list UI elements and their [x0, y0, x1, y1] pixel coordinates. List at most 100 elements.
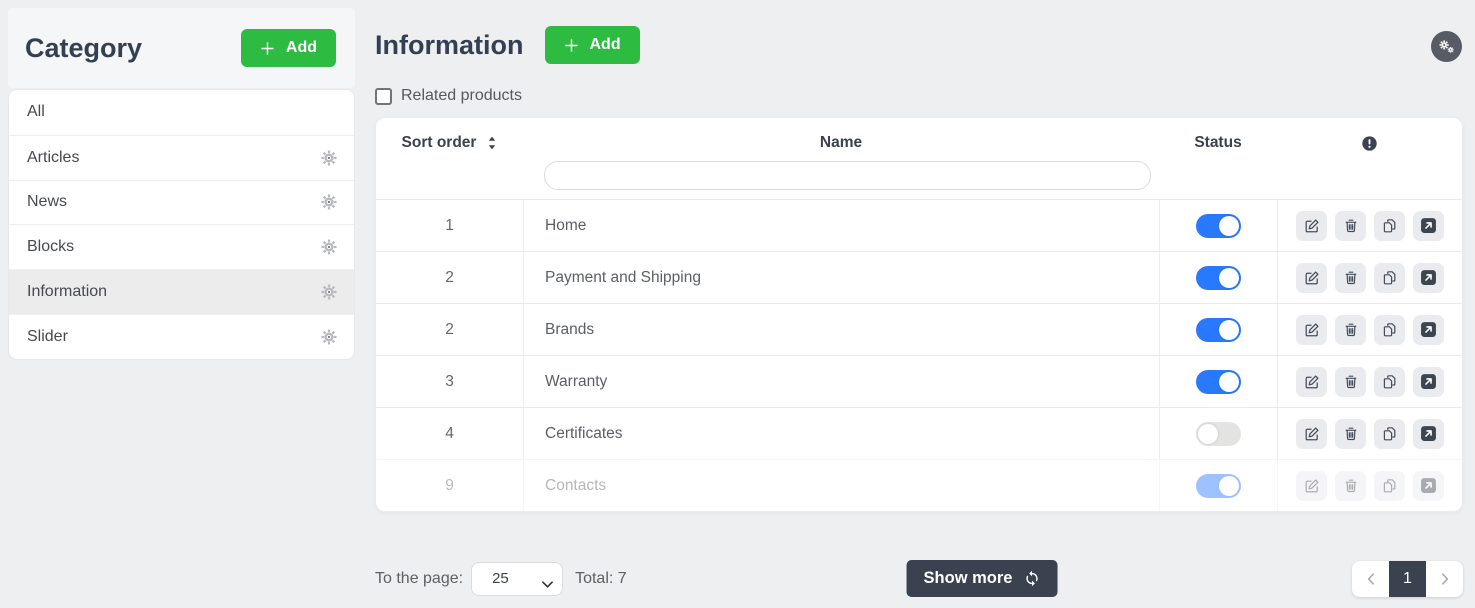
edit-button[interactable] — [1296, 263, 1327, 293]
status-toggle[interactable] — [1196, 214, 1241, 238]
table-row: 1 Home — [376, 199, 1462, 251]
name-cell: Brands — [523, 304, 1159, 355]
sort-order-header-label: Sort order — [402, 134, 477, 152]
open-arrow-icon — [1420, 217, 1437, 234]
open-arrow-icon — [1420, 269, 1437, 286]
gear-icon[interactable] — [320, 238, 338, 256]
edit-icon — [1304, 478, 1320, 494]
copy-button[interactable] — [1374, 263, 1405, 293]
open-button[interactable] — [1413, 419, 1444, 449]
add-button-label: Add — [286, 39, 317, 57]
trash-icon — [1343, 426, 1359, 442]
sort-order-cell: 9 — [376, 460, 523, 511]
toggle-knob — [1219, 476, 1239, 496]
page-title: Information — [375, 30, 524, 61]
delete-button[interactable] — [1335, 263, 1366, 293]
chevron-left-icon — [1367, 573, 1375, 585]
table-body: 1 Home — [376, 199, 1462, 511]
sidebar-item-articles[interactable]: Articles — [9, 135, 354, 180]
toggle-knob — [1219, 216, 1239, 236]
total-count: Total: 7 — [575, 570, 627, 588]
edit-button[interactable] — [1296, 471, 1327, 501]
toggle-knob — [1219, 320, 1239, 340]
chevron-right-icon — [1441, 573, 1449, 585]
status-toggle[interactable] — [1196, 318, 1241, 342]
edit-icon — [1304, 218, 1320, 234]
pagination-page-1[interactable]: 1 — [1389, 561, 1426, 597]
table-header: Sort order Name Status — [376, 118, 1462, 199]
pagination-prev-button[interactable] — [1352, 561, 1389, 597]
sidebar-item-label: All — [27, 103, 45, 121]
sort-order-cell: 3 — [376, 356, 523, 407]
related-products-checkbox[interactable] — [375, 88, 392, 105]
sidebar-title: Category — [25, 33, 142, 64]
open-button[interactable] — [1413, 471, 1444, 501]
category-add-button[interactable]: Add — [241, 29, 336, 67]
copy-icon — [1382, 270, 1398, 286]
status-toggle[interactable] — [1196, 474, 1241, 498]
column-header-status: Status — [1159, 131, 1277, 155]
open-button[interactable] — [1413, 315, 1444, 345]
name-header-label: Name — [820, 134, 862, 152]
status-toggle[interactable] — [1196, 266, 1241, 290]
status-toggle[interactable] — [1196, 422, 1241, 446]
column-header-name: Name — [523, 131, 1159, 155]
sidebar-item-label: Slider — [27, 328, 68, 346]
sidebar-list: All Articles — [8, 89, 355, 360]
gear-icon[interactable] — [320, 149, 338, 167]
column-header-actions — [1277, 131, 1462, 155]
copy-icon — [1382, 374, 1398, 390]
sidebar-item-news[interactable]: News — [9, 180, 354, 225]
sort-order-cell: 2 — [376, 304, 523, 355]
copy-button[interactable] — [1374, 315, 1405, 345]
sidebar-header: Category Add — [8, 8, 355, 88]
edit-button[interactable] — [1296, 367, 1327, 397]
copy-button[interactable] — [1374, 471, 1405, 501]
footer-bar: To the page: 25 Total: 7 Show more — [375, 560, 1463, 597]
open-arrow-icon — [1420, 321, 1437, 338]
name-filter-input[interactable] — [544, 161, 1151, 190]
copy-icon — [1382, 426, 1398, 442]
table-row: 2 Payment and Shipping — [376, 251, 1462, 303]
show-more-button[interactable]: Show more — [907, 560, 1058, 597]
edit-icon — [1304, 374, 1320, 390]
sidebar-item-slider[interactable]: Slider — [9, 314, 354, 359]
table-row: 9 Contacts — [376, 459, 1462, 511]
status-header-label: Status — [1194, 134, 1241, 152]
column-header-sort-order[interactable]: Sort order — [376, 131, 523, 155]
sidebar-item-information[interactable]: Information — [9, 269, 354, 314]
per-page-select[interactable]: 25 — [471, 562, 563, 596]
trash-icon — [1343, 218, 1359, 234]
delete-button[interactable] — [1335, 211, 1366, 241]
open-button[interactable] — [1413, 263, 1444, 293]
edit-button[interactable] — [1296, 211, 1327, 241]
edit-button[interactable] — [1296, 419, 1327, 449]
gear-icon[interactable] — [320, 283, 338, 301]
sidebar-item-blocks[interactable]: Blocks — [9, 224, 354, 269]
delete-button[interactable] — [1335, 419, 1366, 449]
copy-button[interactable] — [1374, 211, 1405, 241]
pagination-next-button[interactable] — [1426, 561, 1463, 597]
delete-button[interactable] — [1335, 315, 1366, 345]
table-row: 2 Brands — [376, 303, 1462, 355]
open-arrow-icon — [1420, 425, 1437, 442]
copy-button[interactable] — [1374, 419, 1405, 449]
gear-icon[interactable] — [320, 193, 338, 211]
copy-icon — [1382, 478, 1398, 494]
gear-icon[interactable] — [320, 328, 338, 346]
status-toggle[interactable] — [1196, 370, 1241, 394]
edit-icon — [1304, 270, 1320, 286]
copy-button[interactable] — [1374, 367, 1405, 397]
delete-button[interactable] — [1335, 471, 1366, 501]
open-button[interactable] — [1413, 367, 1444, 397]
edit-button[interactable] — [1296, 315, 1327, 345]
sidebar-item-label: News — [27, 193, 67, 211]
table-row: 3 Warranty — [376, 355, 1462, 407]
information-add-button[interactable]: Add — [545, 26, 640, 64]
sidebar-item-label: Information — [27, 283, 107, 301]
open-button[interactable] — [1413, 211, 1444, 241]
delete-button[interactable] — [1335, 367, 1366, 397]
information-table: Sort order Name Status — [375, 117, 1463, 512]
sidebar-item-all[interactable]: All — [9, 90, 354, 135]
name-cell: Home — [523, 200, 1159, 251]
